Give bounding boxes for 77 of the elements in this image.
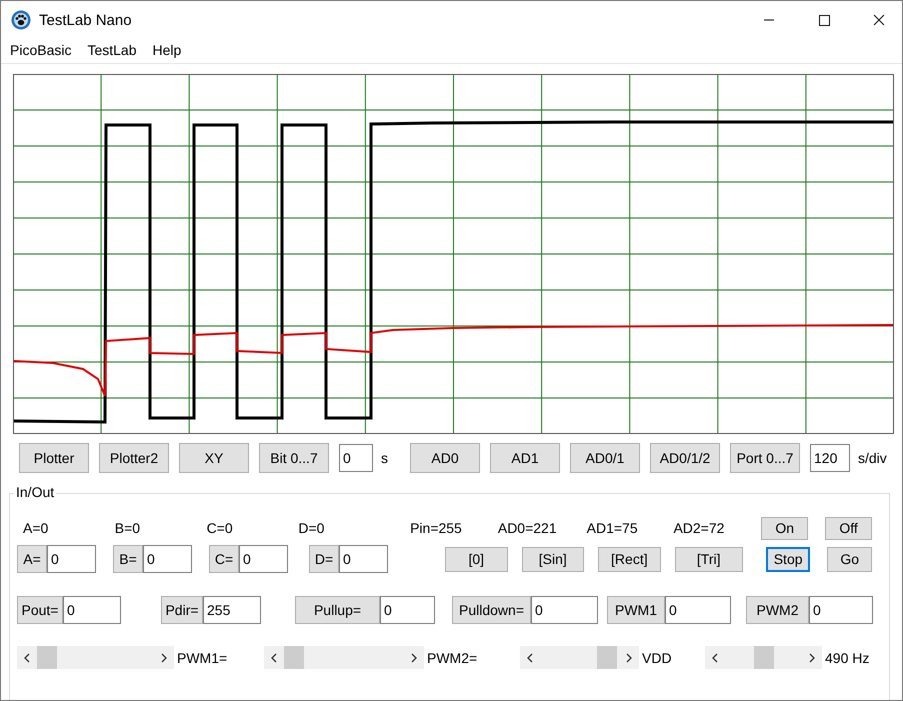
chevron-left-icon [23,652,31,662]
set-button[interactable]: A= [17,545,47,573]
toolbar-button[interactable]: AD0 [410,443,480,473]
button[interactable]: Off [825,516,872,540]
chevron-right-icon [410,652,418,662]
slider-label: VDD [642,650,672,666]
menu-item[interactable]: TestLab [87,42,137,58]
value-readout: Pin=255 [410,520,463,536]
toolbar-button[interactable]: AD0/1/2 [650,443,720,473]
slider[interactable] [264,646,424,669]
chevron-right-icon [160,652,168,662]
value-field[interactable]: 0 [63,596,121,624]
button[interactable]: Go [827,546,872,572]
set-button[interactable]: Pulldown= [452,596,531,624]
menu-item[interactable]: PicoBasic [10,42,72,58]
value-field[interactable]: 0 [239,545,288,573]
value-field[interactable]: 255 [203,596,261,624]
toolbar-button[interactable]: Plotter [19,443,89,473]
chevron-left-icon [526,652,534,662]
number-field[interactable]: 0 [339,444,373,472]
maximize-icon [818,14,830,26]
slider-thumb[interactable] [36,646,57,669]
value-readout: AD1=75 [586,520,639,536]
paw-icon [11,10,31,30]
value-readout: AD0=221 [498,520,558,536]
set-button[interactable]: PWM1 [607,596,665,624]
set-button[interactable]: B= [113,545,143,573]
number-field[interactable]: 120 [810,444,850,472]
toolbar-button[interactable]: XY [179,443,249,473]
chevron-left-icon [270,652,278,662]
value-field[interactable]: 0 [809,596,873,624]
slider[interactable] [17,646,174,669]
slider-thumb[interactable] [596,646,617,669]
group-title: In/Out [14,484,56,500]
slider-thumb[interactable] [754,646,774,669]
value-readout: A=0 [23,520,50,536]
toolbar-button[interactable]: AD0/1 [570,443,640,473]
unit-label: s [381,450,388,466]
slider[interactable] [520,646,639,669]
value-readout: B=0 [114,520,142,536]
set-button[interactable]: D= [309,545,339,573]
chevron-right-icon [808,652,816,662]
set-button[interactable]: Pullup= [295,596,380,624]
value-field[interactable]: 0 [143,545,192,573]
button[interactable]: [0] [445,546,508,572]
chevron-left-icon [711,652,719,662]
chevron-right-icon [625,652,633,662]
value-field[interactable]: 0 [665,596,731,624]
slider[interactable] [705,646,822,669]
toolbar-button[interactable]: Port 0...7 [730,443,800,473]
value-field[interactable]: 0 [380,596,435,624]
value-field[interactable]: 0 [47,545,96,573]
slider-label: PWM2= [427,650,478,666]
button[interactable]: On [761,516,808,540]
slider-label: 490 Hz [825,650,870,666]
button[interactable]: Stop [766,546,810,572]
set-button[interactable]: Pdir= [161,596,203,624]
value-readout: AD2=72 [673,520,726,536]
button[interactable]: [Sin] [522,546,584,572]
slider-thumb[interactable] [284,646,304,669]
value-readout: D=0 [298,520,326,536]
set-button[interactable]: PWM2 [746,596,809,624]
close-icon [873,14,885,26]
slider-label: PWM1= [177,650,228,666]
value-readout: C=0 [206,520,234,536]
toolbar-button[interactable]: AD1 [490,443,560,473]
value-field[interactable]: 0 [339,545,388,573]
button[interactable]: [Rect] [598,546,661,572]
unit-label: s/div [858,450,887,466]
menu-item[interactable]: Help [152,42,182,58]
toolbar-button[interactable]: Bit 0...7 [259,443,329,473]
set-button[interactable]: Pout= [17,596,63,624]
window-title: TestLab Nano [39,12,132,28]
button[interactable]: [Tri] [674,546,743,572]
set-button[interactable]: C= [209,545,239,573]
value-field[interactable]: 0 [531,596,598,624]
toolbar-button[interactable]: Plotter2 [99,443,169,473]
